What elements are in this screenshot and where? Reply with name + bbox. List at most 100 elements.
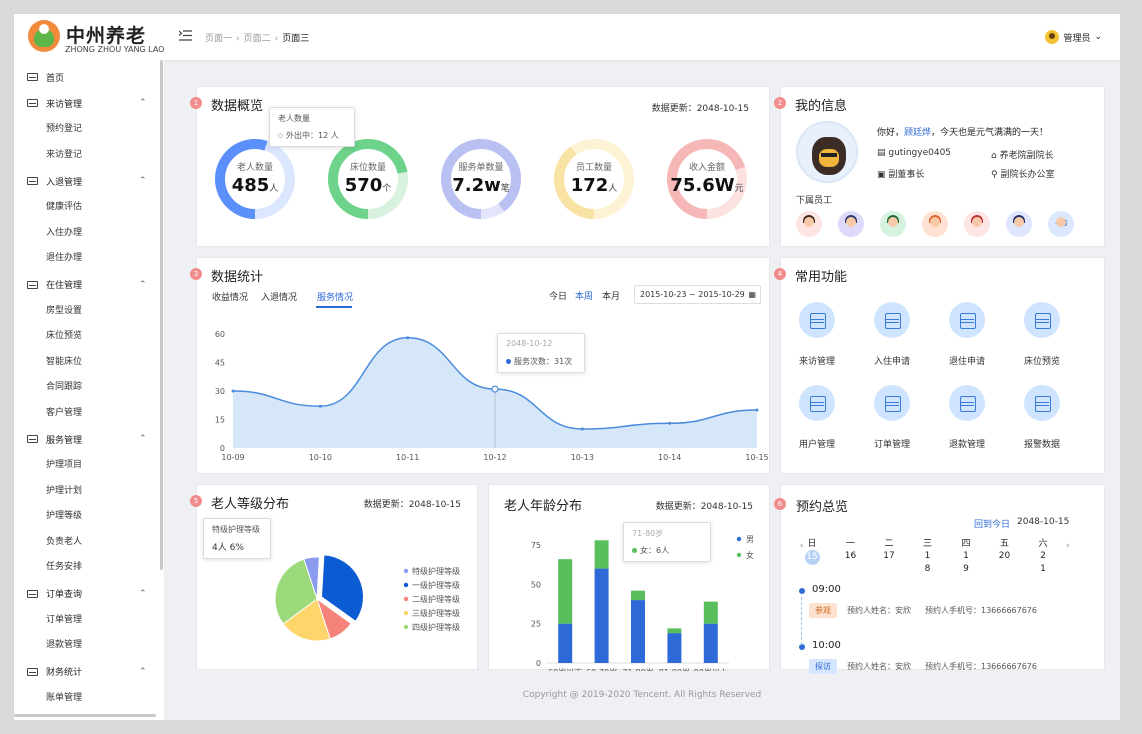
sidebar-item[interactable]: 来访登记 <box>46 147 82 160</box>
greeting: 你好，顾廷烨，今天也是元气满满的一天！ <box>877 128 1049 138</box>
range-today[interactable]: 今日 <box>549 289 567 302</box>
calendar-day[interactable]: 17 <box>880 550 898 563</box>
sidebar-item[interactable]: 护理项目 <box>46 457 82 470</box>
weekday-label: 日 <box>807 539 817 549</box>
legend-label: 二级护理等级 <box>412 594 460 604</box>
breadcrumb-item[interactable]: 页面一 <box>205 31 232 44</box>
sidebar-group-4[interactable]: 服务管理 ⌃ <box>14 430 160 448</box>
breadcrumb-item[interactable]: 页面二 <box>244 31 271 44</box>
sidebar-item[interactable]: 退住办理 <box>46 250 82 263</box>
staff-avatar[interactable] <box>796 211 822 237</box>
menu-icon <box>27 177 38 185</box>
user-link[interactable]: 顾廷烨 <box>904 128 931 138</box>
y-tick-label: 25 <box>531 620 541 629</box>
bar-segment <box>558 559 573 624</box>
sidebar-group-2[interactable]: 入退管理 ⌃ <box>14 172 160 190</box>
sidebar-item[interactable]: 房型设置 <box>46 303 82 316</box>
sidebar-item[interactable]: 退款管理 <box>46 637 82 650</box>
card-title: 我的信息 <box>795 99 848 114</box>
sidebar-group-3[interactable]: 在住管理 ⌃ <box>14 276 160 294</box>
calendar-day[interactable]: 19 <box>957 550 975 576</box>
quick-icon[interactable] <box>799 302 835 338</box>
sidebar-item[interactable]: 负责老人 <box>46 534 82 547</box>
legend-marker <box>403 582 409 588</box>
ring-value: 485人 <box>231 175 279 196</box>
quick-icon[interactable] <box>874 385 910 421</box>
calendar-day[interactable]: 15 <box>803 550 821 565</box>
sidebar-group-0[interactable]: 首页 <box>14 68 160 86</box>
tab-income[interactable]: 收益情况 <box>212 290 248 303</box>
app-window: 中州养老 ZHONG ZHOU YANG LAO 页面一 › 页面二 › 页面三 管理员… <box>14 14 1120 720</box>
legend-marker <box>403 610 409 616</box>
sidebar-group-label: 在住管理 <box>46 281 83 291</box>
sidebar-hscroll[interactable] <box>14 714 156 717</box>
quick-label[interactable]: 订单管理 <box>857 437 927 450</box>
booking-card: 6 预约总览 回到今日 2048-10-15 ‹ › 日 15 一 16 二 17 三 1 8 四… <box>774 484 1105 674</box>
quick-label[interactable]: 退款管理 <box>932 437 1002 450</box>
sidebar-item[interactable]: 床位预览 <box>46 328 82 341</box>
sidebar-group-5[interactable]: 订单查询 ⌃ <box>14 585 160 603</box>
brand-name: 中州养老 <box>66 25 147 47</box>
quick-label[interactable]: 报警数据 <box>1007 437 1077 450</box>
back-today-button[interactable]: 回到今日 <box>974 517 1010 530</box>
sidebar-group-6[interactable]: 财务统计 ⌃ <box>14 663 160 681</box>
tab-inout[interactable]: 入退情况 <box>261 290 297 303</box>
quick-label[interactable]: 来访管理 <box>782 354 852 367</box>
chevron-up-icon: ⌃ <box>139 98 147 108</box>
quick-icon[interactable] <box>1024 302 1060 338</box>
slot-tag[interactable]: 探访 <box>809 659 837 674</box>
weekday-label: 六 <box>1038 539 1048 549</box>
footer: Copyright @ 2019-2020 Tencent. All Right… <box>522 690 762 700</box>
sidebar-item[interactable]: 账单管理 <box>46 690 82 703</box>
sidebar-item[interactable]: 任务安排 <box>46 559 82 572</box>
sidebar-item[interactable]: 入住办理 <box>46 225 82 238</box>
quick-label[interactable]: 入住申请 <box>857 354 927 367</box>
date-range-picker[interactable]: 2015-10-23 ~ 2015-10-29 ▦ <box>634 285 761 304</box>
legend-marker <box>403 568 409 574</box>
sidebar-scrollbar[interactable] <box>160 60 163 570</box>
calendar-day[interactable]: 16 <box>842 550 860 563</box>
slot-phone: 预约人手机号：13666667676 <box>925 606 1037 615</box>
quick-icon[interactable] <box>799 385 835 421</box>
staff-avatar[interactable] <box>880 211 906 237</box>
staff-hair <box>845 215 857 223</box>
quick-icon[interactable] <box>949 302 985 338</box>
more-staff-button[interactable]: +3 <box>1048 211 1074 237</box>
x-tick-label: 10-09 <box>221 453 244 462</box>
quick-label[interactable]: 退住申请 <box>932 354 1002 367</box>
staff-avatar[interactable] <box>1006 211 1032 237</box>
calendar-day[interactable]: 21 <box>1034 550 1052 576</box>
menu-fold-icon[interactable] <box>179 30 192 41</box>
bar-segment <box>594 568 609 663</box>
quick-icon[interactable] <box>949 385 985 421</box>
sidebar-item[interactable]: 订单管理 <box>46 612 82 625</box>
slot-tag[interactable]: 参观 <box>809 603 837 618</box>
sidebar-item[interactable]: 智能床位 <box>46 354 82 367</box>
range-month[interactable]: 本月 <box>602 289 620 302</box>
next-week-icon[interactable]: › <box>1066 541 1070 551</box>
quick-label[interactable]: 用户管理 <box>782 437 852 450</box>
sidebar-item[interactable]: 护理等级 <box>46 508 82 521</box>
sidebar-item[interactable]: 预约登记 <box>46 121 82 134</box>
slot-phone: 预约人手机号：13666667676 <box>925 662 1037 671</box>
range-week[interactable]: 本周 <box>575 289 593 302</box>
bar-segment <box>594 540 609 569</box>
sidebar-item[interactable]: 护理计划 <box>46 483 82 496</box>
staff-avatar[interactable] <box>922 211 948 237</box>
sidebar-item[interactable]: 健康评估 <box>46 199 82 212</box>
sidebar-item[interactable]: 合同跟踪 <box>46 379 82 392</box>
quick-label[interactable]: 床位预览 <box>1007 354 1077 367</box>
sidebar-group-1[interactable]: 来访管理 ⌃ <box>14 94 160 112</box>
sidebar-item[interactable]: 客户管理 <box>46 405 82 418</box>
staff-label: 下属员工 <box>796 196 833 206</box>
calendar-day[interactable]: 20 <box>996 550 1014 563</box>
quick-icon[interactable] <box>874 302 910 338</box>
timeline-line <box>801 597 802 645</box>
sidebar-group-label: 首页 <box>46 73 65 84</box>
staff-avatar[interactable] <box>838 211 864 237</box>
staff-avatar[interactable] <box>964 211 990 237</box>
alarm-data-icon[interactable] <box>1024 385 1060 421</box>
user-menu[interactable]: 管理员 ⌄ <box>1045 30 1102 44</box>
calendar-day[interactable]: 18 <box>919 550 937 576</box>
tab-service[interactable]: 服务情况 <box>317 290 353 303</box>
